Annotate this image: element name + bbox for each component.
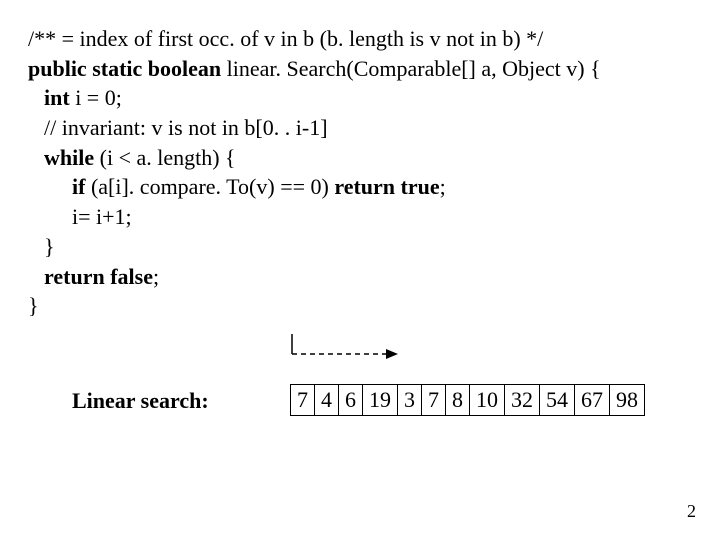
array-cell: 10 (469, 384, 505, 416)
page-number: 2 (687, 501, 696, 522)
code-line-7: i= i+1; (28, 202, 692, 232)
array-cell: 54 (539, 384, 575, 416)
dashed-arrow-icon (286, 330, 406, 370)
array-table: 7 4 6 19 3 7 8 10 32 54 67 98 (290, 384, 645, 416)
code-line-8: } (28, 232, 692, 262)
linear-search-label: Linear search: (72, 388, 209, 414)
code-line-10: } (28, 291, 692, 321)
array-cell: 8 (445, 384, 470, 416)
code-line-9: return false; (28, 262, 692, 292)
code-line-6: if (a[i]. compare. To(v) == 0) return tr… (28, 172, 692, 202)
array-cell: 98 (609, 384, 645, 416)
code-line-1: /** = index of first occ. of v in b (b. … (28, 24, 692, 54)
array-cell: 3 (397, 384, 422, 416)
array-cell: 7 (290, 384, 315, 416)
array-cell: 7 (421, 384, 446, 416)
code-line-2: public static boolean linear. Search(Com… (28, 54, 692, 84)
array-cell: 32 (504, 384, 540, 416)
code-line-5: while (i < a. length) { (28, 143, 692, 173)
array-cell: 67 (574, 384, 610, 416)
array-cell: 19 (362, 384, 398, 416)
array-cell: 4 (314, 384, 339, 416)
code-block: /** = index of first occ. of v in b (b. … (0, 0, 720, 321)
array-cell: 6 (338, 384, 363, 416)
code-line-4: // invariant: v is not in b[0. . i-1] (28, 113, 692, 143)
code-line-3: int i = 0; (28, 83, 692, 113)
